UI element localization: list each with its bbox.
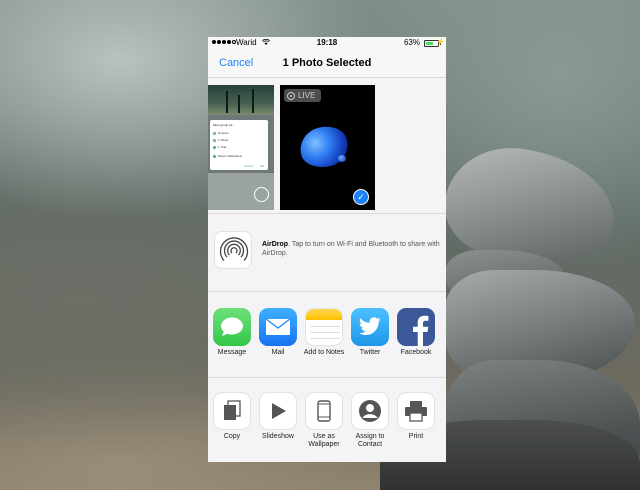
share-notes[interactable]: Add to Notes <box>301 308 347 357</box>
mute-dialog-preview: Mute group for... 8 Hours 1 Week 1 Year … <box>210 120 268 170</box>
wallpaper-icon <box>305 392 343 430</box>
status-bar: Warid 19:18 63% ⚡ <box>208 37 446 50</box>
navigation-bar: Cancel 1 Photo Selected <box>208 50 446 78</box>
airdrop-row[interactable]: AirDrop. Tap to turn on Wi-Fi and Blueto… <box>208 214 446 292</box>
live-label: LIVE <box>298 91 316 100</box>
share-message[interactable]: Message <box>209 308 255 357</box>
action-print[interactable]: Print <box>393 392 439 441</box>
action-assign-contact[interactable]: Assign to Contact <box>347 392 393 449</box>
live-photo-icon <box>287 91 295 100</box>
photo-picker-strip[interactable]: Mute group for... 8 Hours 1 Week 1 Year … <box>208 78 446 214</box>
share-facebook[interactable]: Facebook <box>393 308 439 357</box>
action-row: Copy Slideshow Use as Wallpaper Assign t… <box>208 378 446 462</box>
action-wallpaper[interactable]: Use as Wallpaper <box>301 392 347 449</box>
mute-dialog-title: Mute group for... <box>213 123 235 127</box>
palm-tree <box>226 91 228 113</box>
dialog-cancel: Cancel <box>244 164 254 168</box>
battery-percent: 63% <box>403 38 420 47</box>
notes-icon <box>305 308 343 346</box>
mute-option: 8 Hours <box>213 131 229 135</box>
rock <box>439 141 621 269</box>
mute-option: 1 Week <box>213 138 228 142</box>
share-twitter[interactable]: Twitter <box>347 308 393 357</box>
share-apps-row: Message Mail Add to Notes Twitter Facebo… <box>208 292 446 378</box>
copy-icon <box>213 392 251 430</box>
selected-checkmark-icon[interactable]: ✓ <box>353 189 369 205</box>
photo-thumbnail-unselected[interactable]: Mute group for... 8 Hours 1 Week 1 Year … <box>208 85 274 210</box>
show-notifications-option: Show notifications <box>213 154 242 158</box>
mail-icon <box>259 308 297 346</box>
airdrop-icon[interactable] <box>214 231 252 269</box>
dialog-ok: OK <box>260 164 265 168</box>
action-slideshow[interactable]: Slideshow <box>255 392 301 441</box>
airdrop-title: AirDrop <box>262 241 289 248</box>
phone-screen: Warid 19:18 63% ⚡ Cancel 1 Photo Selecte… <box>208 37 446 462</box>
slideshow-icon <box>259 392 297 430</box>
palm-tree <box>238 95 240 113</box>
facebook-icon <box>397 308 435 346</box>
palm-tree <box>252 89 254 113</box>
blue-droplet <box>338 155 346 162</box>
photo-thumbnail-selected[interactable]: LIVE ✓ <box>280 85 375 210</box>
blue-liquid-blob <box>295 121 353 173</box>
cancel-button[interactable]: Cancel <box>219 57 253 69</box>
thumbnail-header-image <box>208 85 274 115</box>
print-icon <box>397 392 435 430</box>
live-badge: LIVE <box>284 89 321 102</box>
message-icon <box>213 308 251 346</box>
action-copy[interactable]: Copy <box>209 392 255 441</box>
contact-icon <box>351 392 389 430</box>
airdrop-description: AirDrop. Tap to turn on Wi-Fi and Blueto… <box>262 240 442 258</box>
mute-option: 1 Year <box>213 145 227 149</box>
airdrop-instructions: . Tap to turn on Wi-Fi and Bluetooth to … <box>262 241 440 257</box>
selection-circle-empty[interactable] <box>254 187 269 202</box>
share-mail[interactable]: Mail <box>255 308 301 357</box>
charging-icon: ⚡ <box>436 39 445 46</box>
twitter-icon <box>351 308 389 346</box>
